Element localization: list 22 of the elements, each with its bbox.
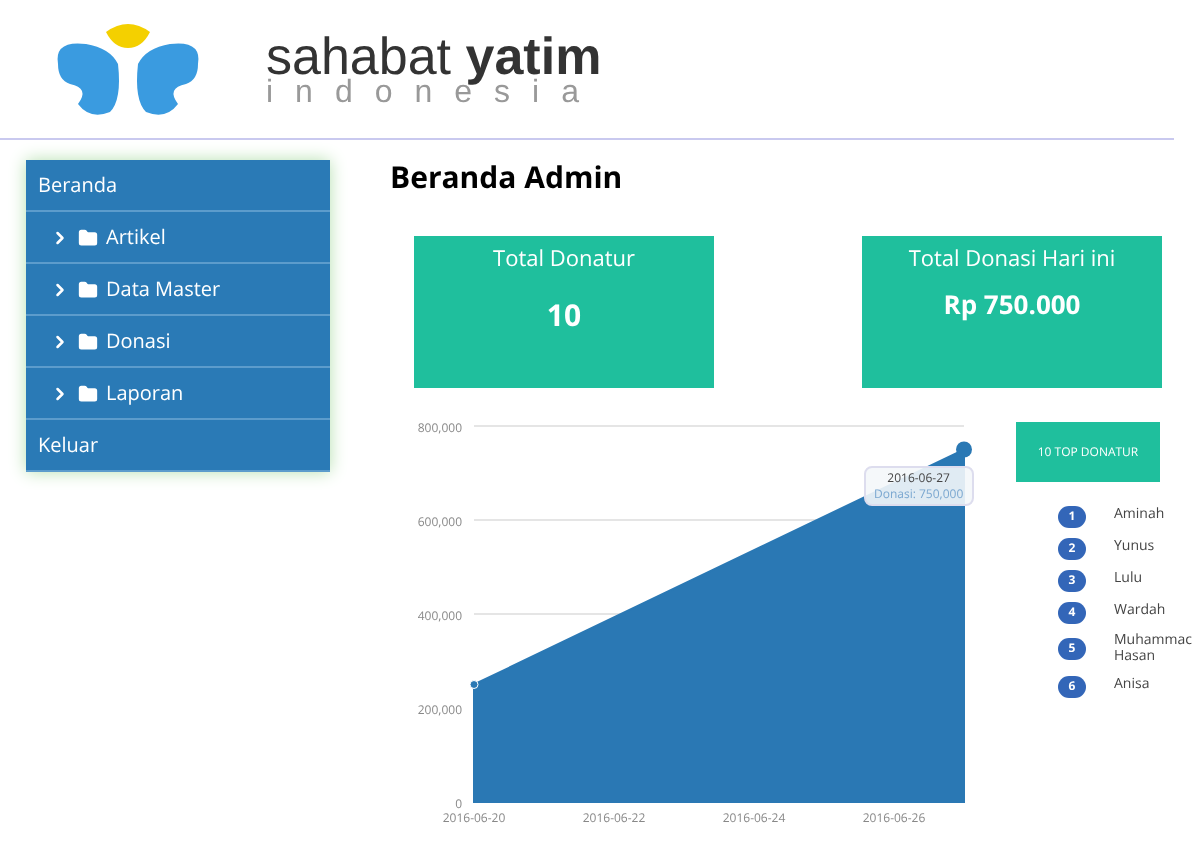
- data-point: [956, 440, 972, 457]
- folder-icon: [78, 331, 98, 351]
- card-value: Rp 750.000: [943, 285, 1081, 324]
- data-point: [469, 679, 479, 688]
- folder-icon: [78, 227, 98, 247]
- page-title: Beranda Admin: [390, 156, 625, 201]
- folder-icon: [78, 383, 98, 403]
- folder-icon: [78, 279, 98, 299]
- sidebar-item[interactable]: Keluar: [26, 420, 330, 472]
- chevron-icon: [50, 227, 70, 247]
- sidebar-item[interactable]: Donasi: [26, 316, 330, 368]
- sidebar-item[interactable]: Beranda: [26, 160, 330, 212]
- sidebar-item[interactable]: Data Master: [26, 264, 330, 316]
- card-value: 10: [546, 293, 582, 338]
- sidebar-item[interactable]: Artikel: [26, 212, 330, 264]
- chevron-icon: [50, 331, 70, 351]
- card-label: Total Donatur: [493, 245, 635, 273]
- card-label: Total Donasi Hari ini: [908, 245, 1116, 273]
- chevron-icon: [50, 383, 70, 403]
- sidebar-item[interactable]: Laporan: [26, 368, 330, 420]
- brand-name: sahabat yatim: [266, 29, 602, 81]
- chevron-icon: [50, 279, 70, 299]
